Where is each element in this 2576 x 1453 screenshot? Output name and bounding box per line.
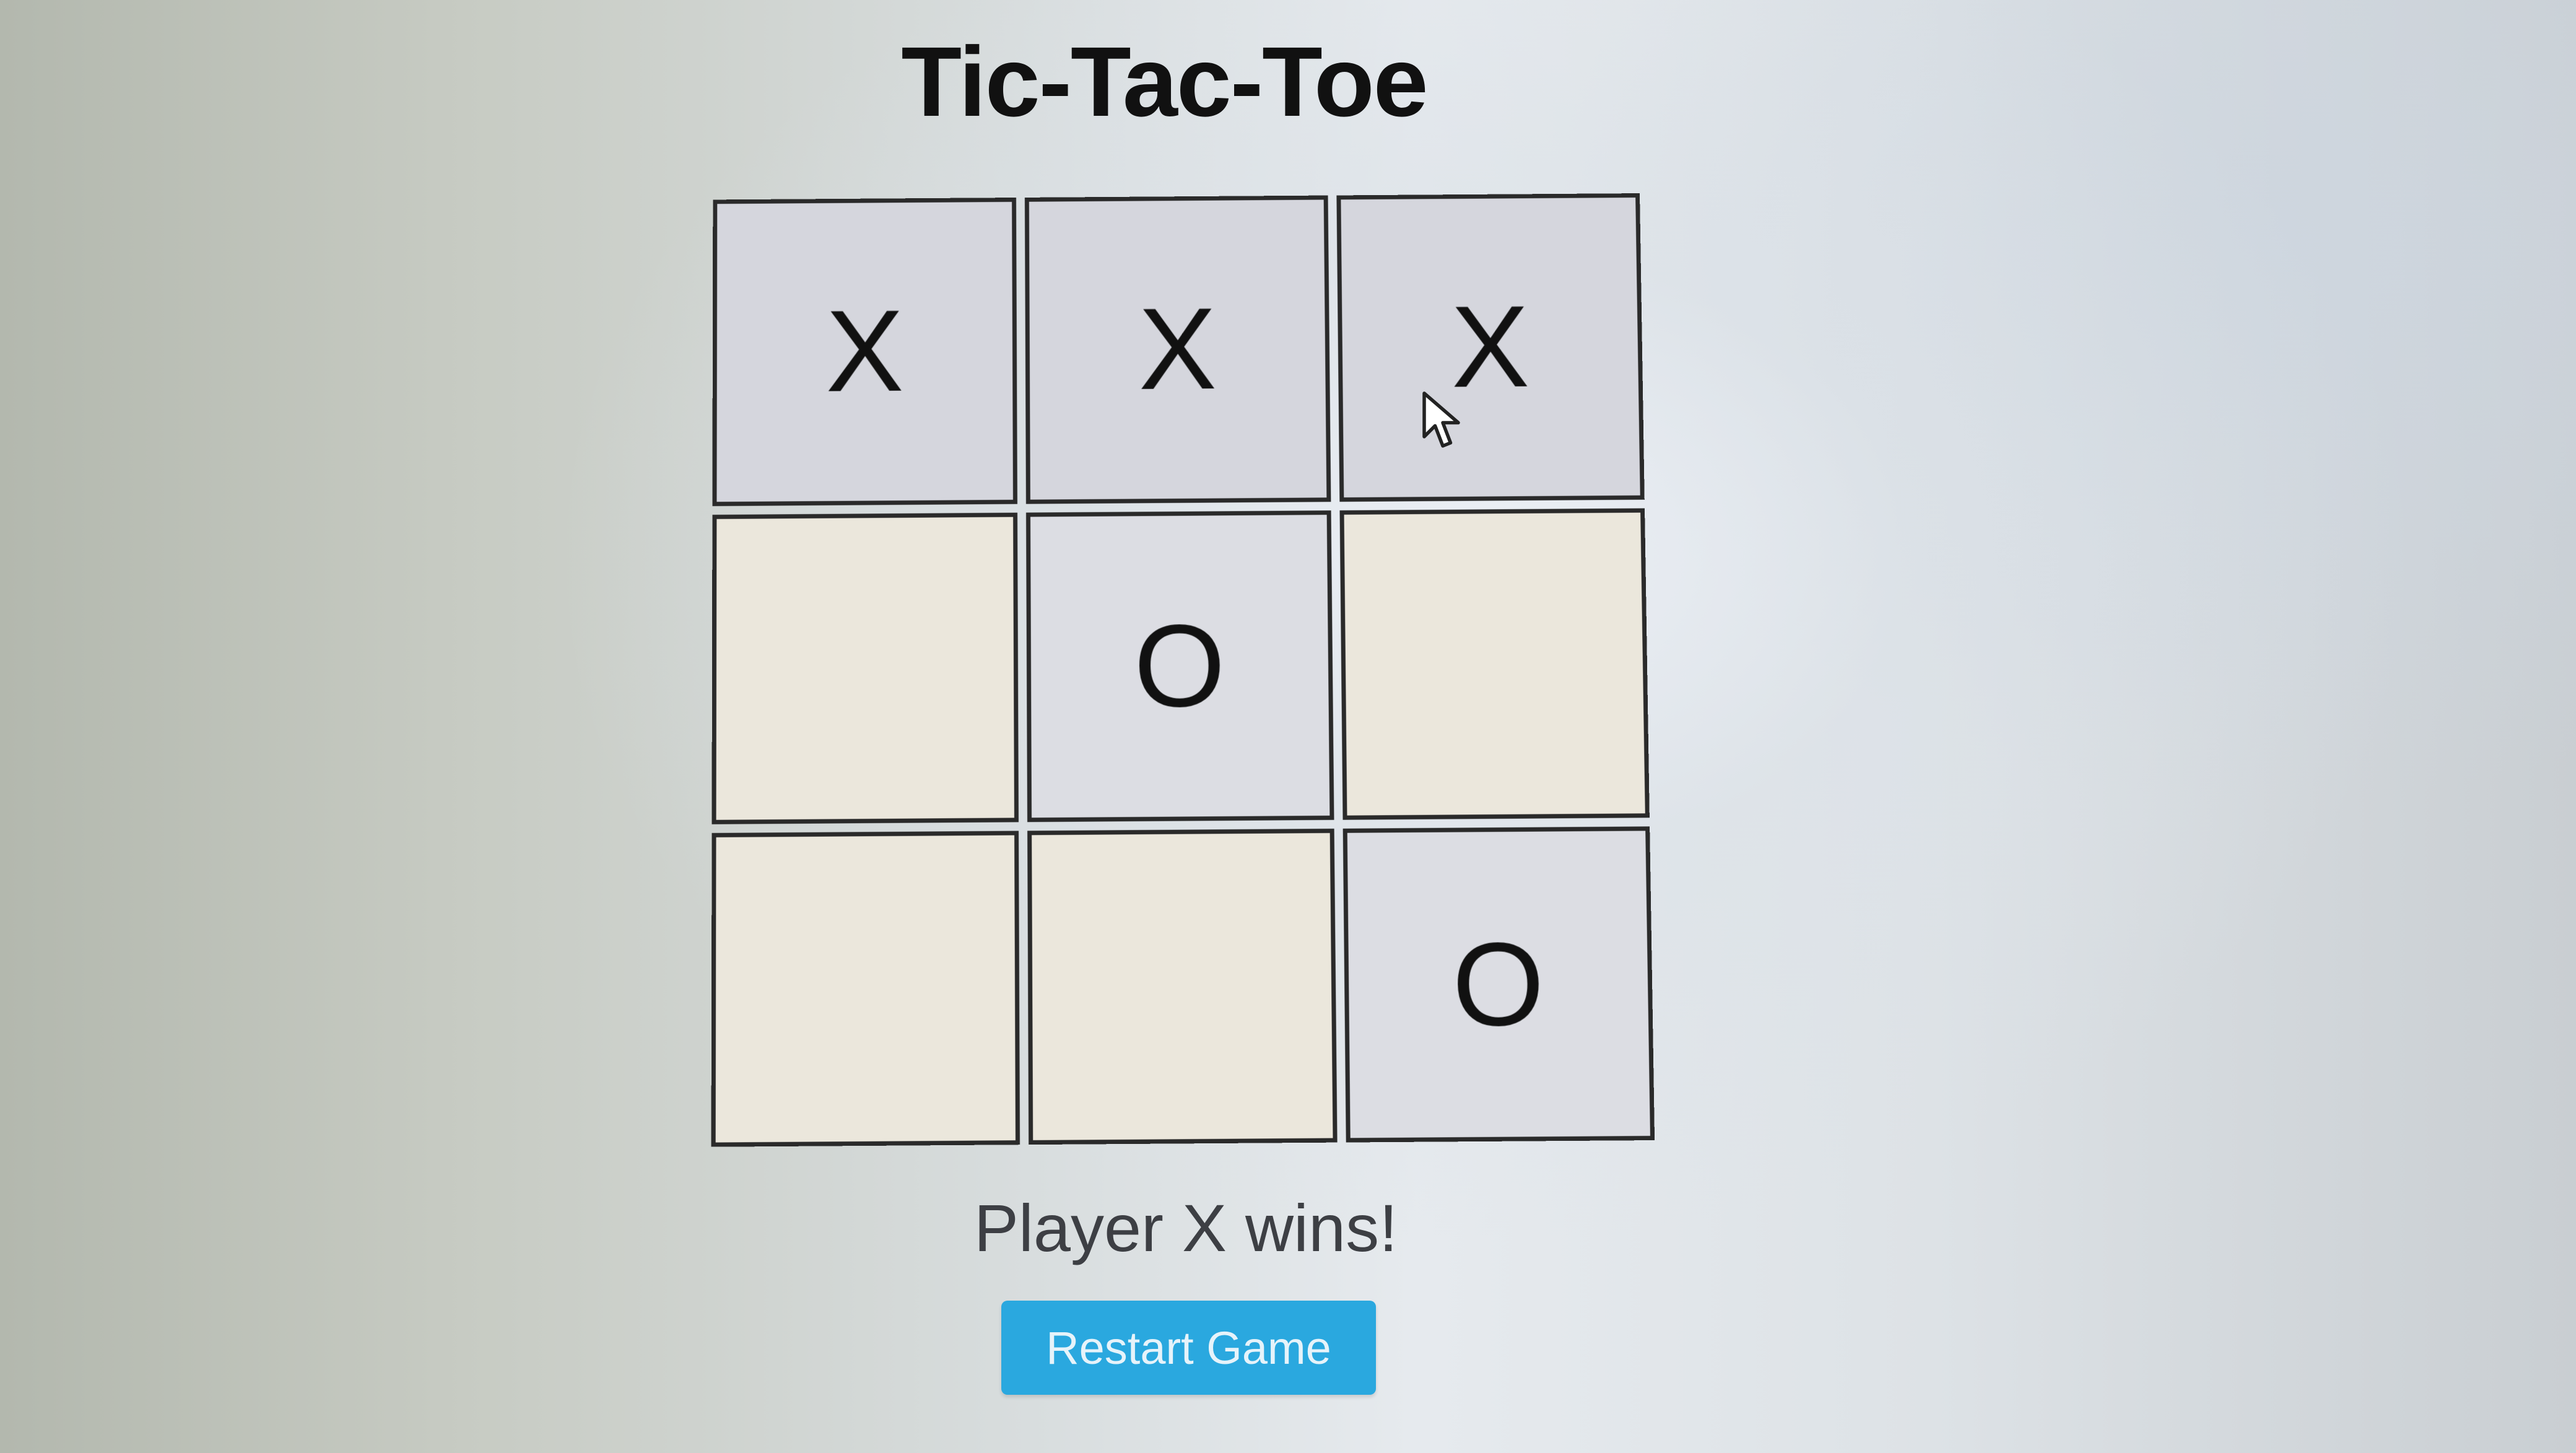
board-cell-1-0[interactable] <box>711 512 1019 825</box>
cell-mark: O <box>1133 600 1226 732</box>
board-cell-0-1[interactable]: X <box>1024 195 1331 504</box>
restart-game-button[interactable]: Restart Game <box>1001 1301 1376 1395</box>
board-cell-1-1[interactable]: O <box>1025 510 1334 822</box>
mouse-pointer-icon <box>1422 391 1460 448</box>
board-cell-2-2[interactable]: O <box>1342 826 1655 1143</box>
cell-mark: X <box>1450 282 1530 412</box>
cell-mark: X <box>825 286 904 417</box>
game-status: Player X wins! <box>973 1190 1398 1265</box>
cell-mark: X <box>1138 284 1217 414</box>
cell-mark: O <box>1451 917 1546 1051</box>
board-cell-2-1[interactable] <box>1027 829 1338 1145</box>
board-cell-1-2[interactable] <box>1339 508 1650 821</box>
board-cell-2-0[interactable] <box>711 831 1020 1147</box>
game-board: X X X O O <box>711 193 1655 1147</box>
board-cell-0-0[interactable]: X <box>712 198 1017 506</box>
board-cell-0-2[interactable]: X <box>1336 193 1645 502</box>
page-title: Tic-Tac-Toe <box>901 26 1428 137</box>
